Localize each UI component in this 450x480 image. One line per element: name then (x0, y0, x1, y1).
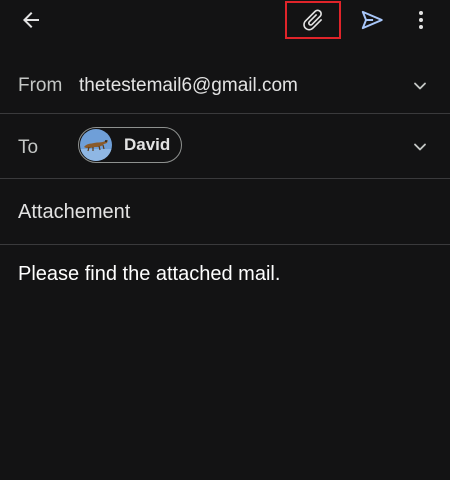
subject-field[interactable]: Attachement (0, 179, 450, 245)
body-field[interactable]: Please find the attached mail. (18, 263, 438, 286)
back-button[interactable] (10, 0, 52, 40)
arrow-left-icon (23, 12, 39, 28)
recipient-chip[interactable]: David (78, 127, 182, 163)
attach-button[interactable] (285, 1, 341, 39)
recipient-name: David (124, 135, 171, 154)
avatar (80, 129, 112, 161)
to-label: To (18, 137, 39, 158)
from-row[interactable]: From thetestemail6@gmail.com (0, 58, 450, 114)
more-options-button[interactable] (404, 0, 438, 40)
to-row[interactable]: To David (0, 114, 450, 179)
more-vert-icon (419, 11, 423, 29)
highlight-box (285, 1, 341, 39)
send-icon (361, 10, 383, 30)
chevron-down-icon[interactable] (408, 135, 432, 159)
send-button[interactable] (352, 0, 392, 40)
top-app-bar (0, 0, 450, 42)
from-label: From (18, 75, 63, 96)
chevron-down-icon[interactable] (408, 74, 432, 98)
subject-text: Attachement (18, 201, 131, 223)
from-email[interactable]: thetestemail6@gmail.com (79, 75, 298, 97)
